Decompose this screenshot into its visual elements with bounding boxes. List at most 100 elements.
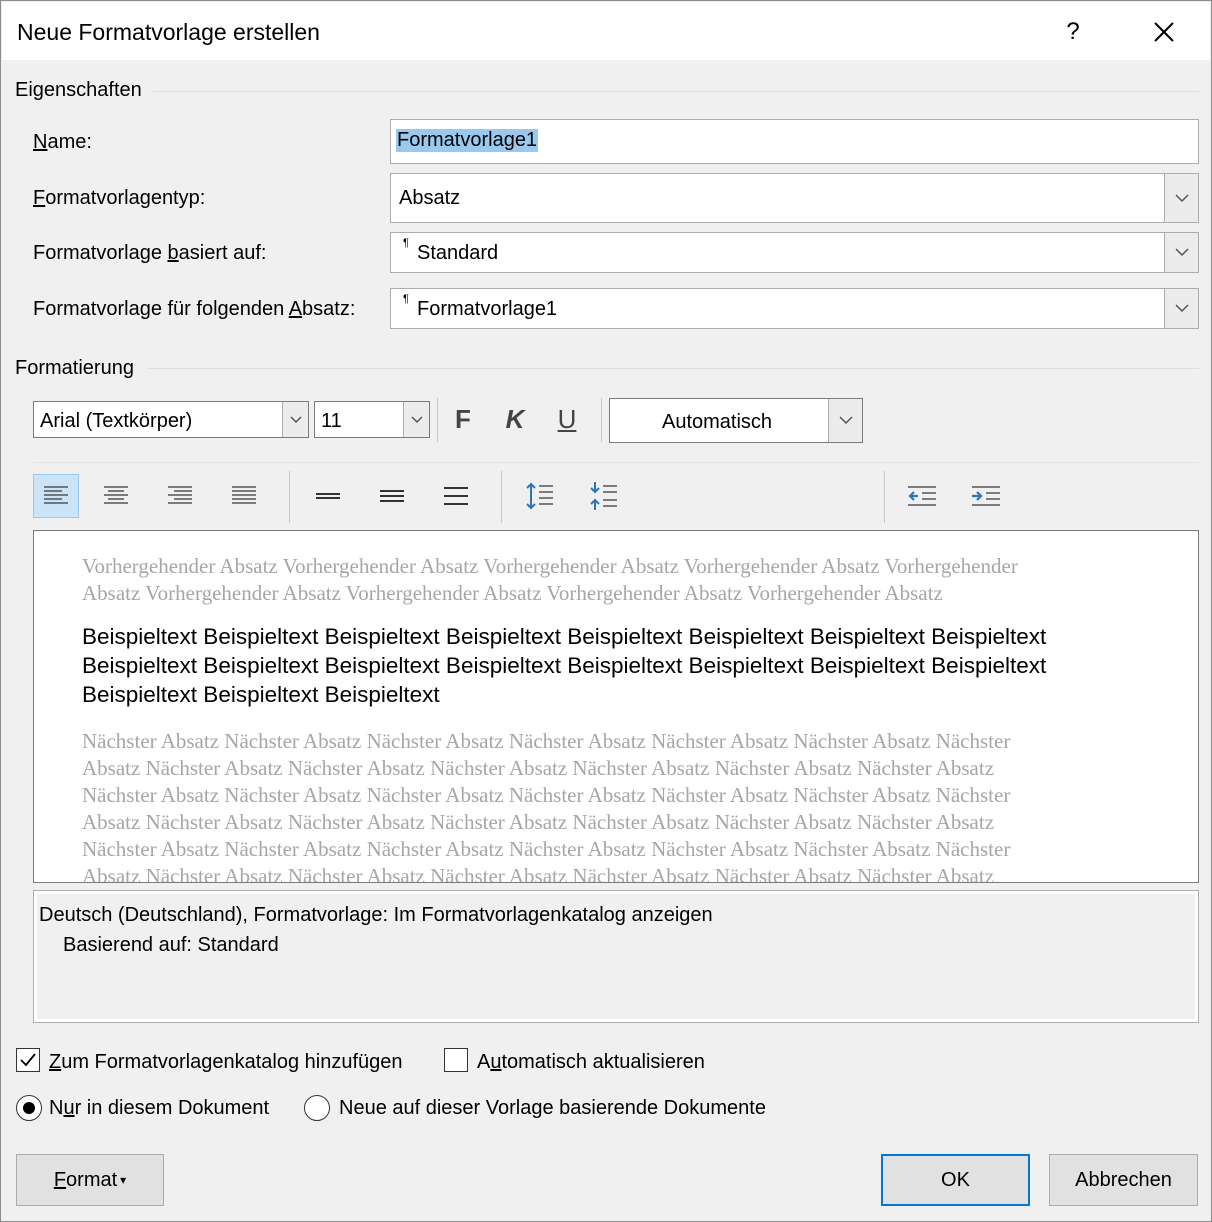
one-half-spacing-icon — [380, 490, 404, 502]
align-center-icon — [104, 486, 128, 504]
close-icon — [1154, 22, 1174, 42]
radio-selected-dot — [23, 1102, 35, 1114]
chevron-down-icon — [838, 416, 853, 425]
add-to-gallery-text: um Formatvorlagenkatalog hinzufügen — [61, 1051, 403, 1073]
italic-icon: K — [505, 403, 525, 434]
only-this-document-label[interactable]: Nur in diesem Dokument — [49, 1097, 269, 1120]
only-this-document-radio[interactable] — [16, 1095, 42, 1121]
name-input[interactable]: Formatvorlage1 — [390, 119, 1199, 164]
next-style-dropdown-button[interactable] — [1164, 289, 1198, 328]
justify-button[interactable] — [221, 474, 267, 518]
underline-button[interactable]: U — [547, 399, 587, 439]
align-right-button[interactable] — [157, 474, 203, 518]
font-size-value: 11 — [321, 410, 342, 432]
help-button[interactable]: ? — [1050, 14, 1096, 50]
only-this-document-prefix: N — [49, 1097, 64, 1119]
chevron-down-icon — [1174, 304, 1189, 313]
style-type-label-mnemonic: F — [33, 187, 46, 209]
decrease-indent-icon — [908, 486, 936, 506]
next-paragraph-line: Nächster Absatz Nächster Absatz Nächster… — [82, 783, 1011, 807]
new-documents-label[interactable]: Neue auf dieser Vorlage basierende Dokum… — [339, 1097, 766, 1120]
auto-update-label[interactable]: Automatisch aktualisieren — [477, 1051, 705, 1074]
single-spacing-button[interactable] — [305, 474, 351, 518]
chevron-down-icon — [289, 415, 302, 423]
next-style-select[interactable]: ¶ Formatvorlage1 — [390, 288, 1199, 329]
align-left-icon — [44, 486, 68, 504]
align-center-button[interactable] — [93, 474, 139, 518]
auto-update-prefix: A — [477, 1051, 491, 1073]
decrease-paragraph-spacing-button[interactable] — [581, 474, 627, 518]
font-color-select[interactable]: Automatisch — [609, 398, 863, 443]
style-description: Deutsch (Deutschland), Formatvorlage: Im… — [33, 890, 1199, 1023]
add-to-gallery-checkbox[interactable] — [16, 1048, 40, 1072]
toolbar-separator — [289, 471, 290, 523]
chevron-down-icon — [1174, 248, 1189, 257]
font-dropdown-button[interactable] — [282, 402, 308, 437]
description-line: Deutsch (Deutschland), Formatvorlage: Im… — [39, 904, 713, 926]
add-to-gallery-label[interactable]: Zum Formatvorlagenkatalog hinzufügen — [49, 1051, 403, 1074]
decrease-indent-button[interactable] — [899, 474, 945, 518]
formatting-section-label: Formatierung — [15, 357, 134, 379]
format-menu-button[interactable]: Format ▾ — [16, 1154, 164, 1206]
next-paragraph-line: Absatz Nächster Absatz Nächster Absatz N… — [82, 864, 995, 883]
description-based-on: Basierend auf: Standard — [63, 934, 279, 956]
align-left-button[interactable] — [33, 474, 79, 518]
justify-icon — [232, 486, 256, 504]
chevron-down-icon — [410, 415, 423, 423]
increase-paragraph-spacing-button[interactable] — [517, 474, 563, 518]
name-input-value: Formatvorlage1 — [396, 129, 539, 152]
style-type-select[interactable]: Absatz — [390, 173, 1199, 223]
style-type-label-text: ormatvorlagentyp: — [45, 187, 206, 209]
based-on-select[interactable]: ¶ Standard — [390, 232, 1199, 273]
ok-button[interactable]: OK — [881, 1154, 1030, 1206]
next-paragraph-line: Absatz Nächster Absatz Nächster Absatz N… — [82, 810, 995, 834]
style-preview: Vorhergehender Absatz Vorhergehender Abs… — [33, 530, 1199, 883]
format-button-label: ormat — [66, 1168, 118, 1191]
sample-text: Beispieltext Beispieltext Beispieltext B… — [82, 622, 1132, 709]
style-type-dropdown-button[interactable] — [1164, 174, 1198, 222]
double-spacing-icon — [444, 487, 468, 505]
based-on-label-prefix: Formatvorlage — [33, 242, 168, 264]
next-style-label-text: bsatz: — [302, 298, 356, 320]
font-color-dropdown-button[interactable] — [828, 399, 862, 442]
only-this-document-mnemonic: u — [63, 1097, 75, 1119]
font-value: Arial (Textkörper) — [40, 410, 193, 432]
paragraph-style-icon: ¶ — [403, 237, 409, 249]
name-label-text: ame: — [47, 131, 92, 153]
new-documents-radio[interactable] — [304, 1095, 330, 1121]
cancel-button[interactable]: Abbrechen — [1049, 1154, 1198, 1206]
help-icon: ? — [1066, 18, 1080, 45]
name-label-mnemonic: N — [33, 131, 48, 153]
bold-button[interactable]: F — [443, 399, 483, 439]
single-spacing-icon — [316, 493, 340, 499]
based-on-label-text: asiert auf: — [178, 242, 267, 264]
add-to-gallery-mnemonic: Z — [49, 1051, 62, 1073]
close-button[interactable] — [1141, 14, 1187, 50]
sample-text-line: Beispieltext Beispieltext Beispieltext — [82, 682, 440, 707]
underline-icon: U — [557, 403, 577, 434]
increase-indent-button[interactable] — [963, 474, 1009, 518]
toolbar-divider — [33, 462, 1199, 463]
double-spacing-button[interactable] — [433, 474, 479, 518]
font-size-select[interactable]: 11 — [314, 401, 430, 438]
next-style-value: Formatvorlage1 — [417, 298, 558, 320]
title-bar: Neue Formatvorlage erstellen ? — [2, 2, 1210, 60]
font-select[interactable]: Arial (Textkörper) — [33, 401, 309, 438]
sample-text-line: Beispieltext Beispieltext Beispieltext B… — [82, 624, 1047, 649]
chevron-down-icon — [1174, 193, 1189, 202]
format-button-mnemonic: F — [53, 1168, 67, 1191]
caret-down-icon: ▾ — [120, 1173, 127, 1187]
auto-update-checkbox[interactable] — [444, 1048, 468, 1072]
create-style-dialog: Neue Formatvorlage erstellen ? Eigenscha… — [0, 0, 1212, 1222]
font-size-dropdown-button[interactable] — [403, 402, 429, 437]
one-half-spacing-button[interactable] — [369, 474, 415, 518]
based-on-dropdown-button[interactable] — [1164, 233, 1198, 272]
previous-paragraph-text: Vorhergehender Absatz Vorhergehender Abs… — [82, 553, 1112, 607]
dialog-title: Neue Formatvorlage erstellen — [17, 19, 320, 45]
next-paragraph-text: Nächster Absatz Nächster Absatz Nächster… — [82, 728, 1112, 883]
based-on-value: Standard — [417, 242, 499, 264]
style-type-value: Absatz — [399, 187, 461, 209]
style-description-panel: Deutsch (Deutschland), Formatvorlage: Im… — [37, 894, 1195, 1019]
italic-button[interactable]: K — [495, 399, 535, 439]
toolbar-separator — [884, 471, 885, 523]
